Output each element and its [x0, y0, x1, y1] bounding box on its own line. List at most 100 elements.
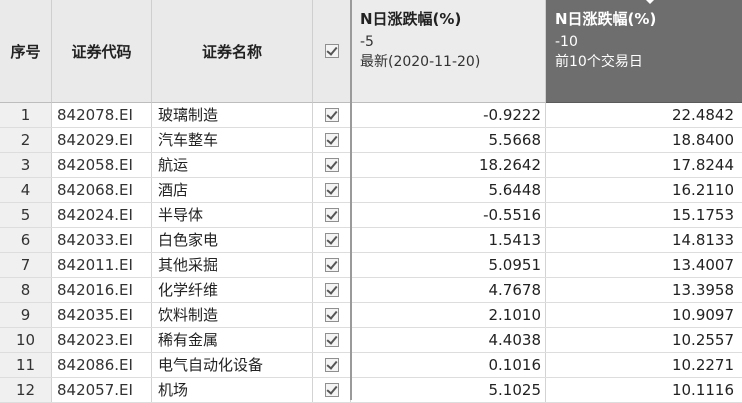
row-code[interactable]: 842024.EI [52, 203, 152, 227]
table-row[interactable]: 4 842068.EI 酒店 5.6448 16.2110 [0, 178, 742, 203]
row-n5-change: 18.2642 [352, 153, 546, 177]
row-checkbox-icon[interactable] [324, 283, 339, 297]
row-select[interactable] [313, 328, 351, 352]
row-select[interactable] [313, 303, 351, 327]
row-index: 6 [0, 228, 52, 252]
row-index: 3 [0, 153, 52, 177]
row-code[interactable]: 842011.EI [52, 253, 152, 277]
row-checkbox-icon[interactable] [324, 358, 339, 372]
table-row[interactable]: 5 842024.EI 半导体 -0.5516 15.1753 [0, 203, 742, 228]
row-code[interactable]: 842058.EI [52, 153, 152, 177]
row-code[interactable]: 842023.EI [52, 328, 152, 352]
row-n5-change: 5.1025 [352, 378, 546, 402]
row-checkbox-icon[interactable] [324, 258, 339, 272]
table-row[interactable]: 11 842086.EI 电气自动化设备 0.1016 10.2271 [0, 353, 742, 378]
header-n5-title: N日涨跌幅(%) [360, 10, 462, 28]
row-name[interactable]: 半导体 [152, 203, 313, 227]
row-name[interactable]: 玻璃制造 [152, 103, 313, 127]
row-n10-change: 13.4007 [671, 256, 734, 274]
row-checkbox-icon[interactable] [324, 158, 339, 172]
row-index: 9 [0, 303, 52, 327]
row-n5-change: 0.1016 [352, 353, 546, 377]
data-table: 序号 证券代码 证券名称 N日涨跌幅(%) -5 最新(2020-11-20) … [0, 0, 742, 403]
row-n10-change: 13.3958 [671, 281, 734, 299]
row-code[interactable]: 842078.EI [52, 103, 152, 127]
row-n10-change: 18.8400 [671, 131, 734, 149]
row-name[interactable]: 饮料制造 [152, 303, 313, 327]
row-index: 11 [0, 353, 52, 377]
row-name[interactable]: 化学纤维 [152, 278, 313, 302]
row-index: 12 [0, 378, 52, 402]
header-n10-change[interactable]: N日涨跌幅(%) -10 前10个交易日 [546, 0, 742, 103]
table-row[interactable]: 10 842023.EI 稀有金属 4.4038 10.2557 [0, 328, 742, 353]
table-row[interactable]: 3 842058.EI 航运 18.2642 17.8244 [0, 153, 742, 178]
row-checkbox-icon[interactable] [324, 333, 339, 347]
table-row[interactable]: 2 842029.EI 汽车整车 5.5668 18.8400 [0, 128, 742, 153]
row-select[interactable] [313, 128, 351, 152]
header-n5-param: -5 [360, 34, 374, 50]
table-row[interactable]: 8 842016.EI 化学纤维 4.7678 13.3958 [0, 278, 742, 303]
row-name[interactable]: 稀有金属 [152, 328, 313, 352]
header-code[interactable]: 证券代码 [52, 0, 152, 103]
row-name[interactable]: 机场 [152, 378, 313, 402]
row-checkbox-icon[interactable] [324, 183, 339, 197]
row-n10-change: 16.2110 [671, 181, 734, 199]
row-select[interactable] [313, 203, 351, 227]
table-row[interactable]: 9 842035.EI 饮料制造 2.1010 10.9097 [0, 303, 742, 328]
header-n5-change[interactable]: N日涨跌幅(%) -5 最新(2020-11-20) [352, 0, 546, 103]
row-select[interactable] [313, 253, 351, 277]
frozen-column-divider[interactable] [350, 0, 352, 400]
row-name[interactable]: 电气自动化设备 [152, 353, 313, 377]
row-select[interactable] [313, 378, 351, 402]
header-n5-date: 最新(2020-11-20) [360, 54, 481, 70]
header-select-all[interactable] [313, 0, 351, 103]
row-code[interactable]: 842033.EI [52, 228, 152, 252]
row-index: 2 [0, 128, 52, 152]
row-n10-change: 15.1753 [671, 206, 734, 224]
row-n10-change: 10.1116 [671, 381, 734, 399]
sort-desc-icon [645, 0, 655, 4]
header-code-label: 证券代码 [71, 42, 132, 61]
row-select[interactable] [313, 278, 351, 302]
table-row[interactable]: 1 842078.EI 玻璃制造 -0.9222 22.4842 [0, 103, 742, 128]
row-n5-change: -0.9222 [352, 103, 546, 127]
row-select[interactable] [313, 103, 351, 127]
row-name[interactable]: 航运 [152, 153, 313, 177]
table-row[interactable]: 6 842033.EI 白色家电 1.5413 14.8133 [0, 228, 742, 253]
row-name[interactable]: 其他采掘 [152, 253, 313, 277]
row-select[interactable] [313, 353, 351, 377]
row-code[interactable]: 842068.EI [52, 178, 152, 202]
row-index: 4 [0, 178, 52, 202]
row-select[interactable] [313, 178, 351, 202]
row-checkbox-icon[interactable] [324, 108, 339, 122]
row-code[interactable]: 842029.EI [52, 128, 152, 152]
row-n10-change: 10.9097 [671, 306, 734, 324]
header-name[interactable]: 证券名称 [152, 0, 313, 103]
row-code[interactable]: 842086.EI [52, 353, 152, 377]
table-row[interactable]: 7 842011.EI 其他采掘 5.0951 13.4007 [0, 253, 742, 278]
row-n10-change: 10.2271 [671, 356, 734, 374]
row-name[interactable]: 汽车整车 [152, 128, 313, 152]
row-index: 7 [0, 253, 52, 277]
row-n5-change: -0.5516 [352, 203, 546, 227]
row-name[interactable]: 酒店 [152, 178, 313, 202]
table-row[interactable]: 12 842057.EI 机场 5.1025 10.1116 [0, 378, 742, 403]
select-all-checkbox-icon[interactable] [324, 44, 339, 58]
row-n10-change: 14.8133 [671, 231, 734, 249]
row-code[interactable]: 842057.EI [52, 378, 152, 402]
row-checkbox-icon[interactable] [324, 308, 339, 322]
row-name[interactable]: 白色家电 [152, 228, 313, 252]
row-select[interactable] [313, 153, 351, 177]
row-n5-change: 5.6448 [352, 178, 546, 202]
header-index[interactable]: 序号 [0, 0, 52, 103]
row-code[interactable]: 842016.EI [52, 278, 152, 302]
row-checkbox-icon[interactable] [324, 133, 339, 147]
row-checkbox-icon[interactable] [324, 208, 339, 222]
header-index-label: 序号 [10, 42, 41, 61]
row-checkbox-icon[interactable] [324, 233, 339, 247]
row-select[interactable] [313, 228, 351, 252]
row-checkbox-icon[interactable] [324, 383, 339, 397]
header-name-label: 证券名称 [201, 42, 262, 61]
row-n10-change: 17.8244 [671, 156, 734, 174]
row-code[interactable]: 842035.EI [52, 303, 152, 327]
